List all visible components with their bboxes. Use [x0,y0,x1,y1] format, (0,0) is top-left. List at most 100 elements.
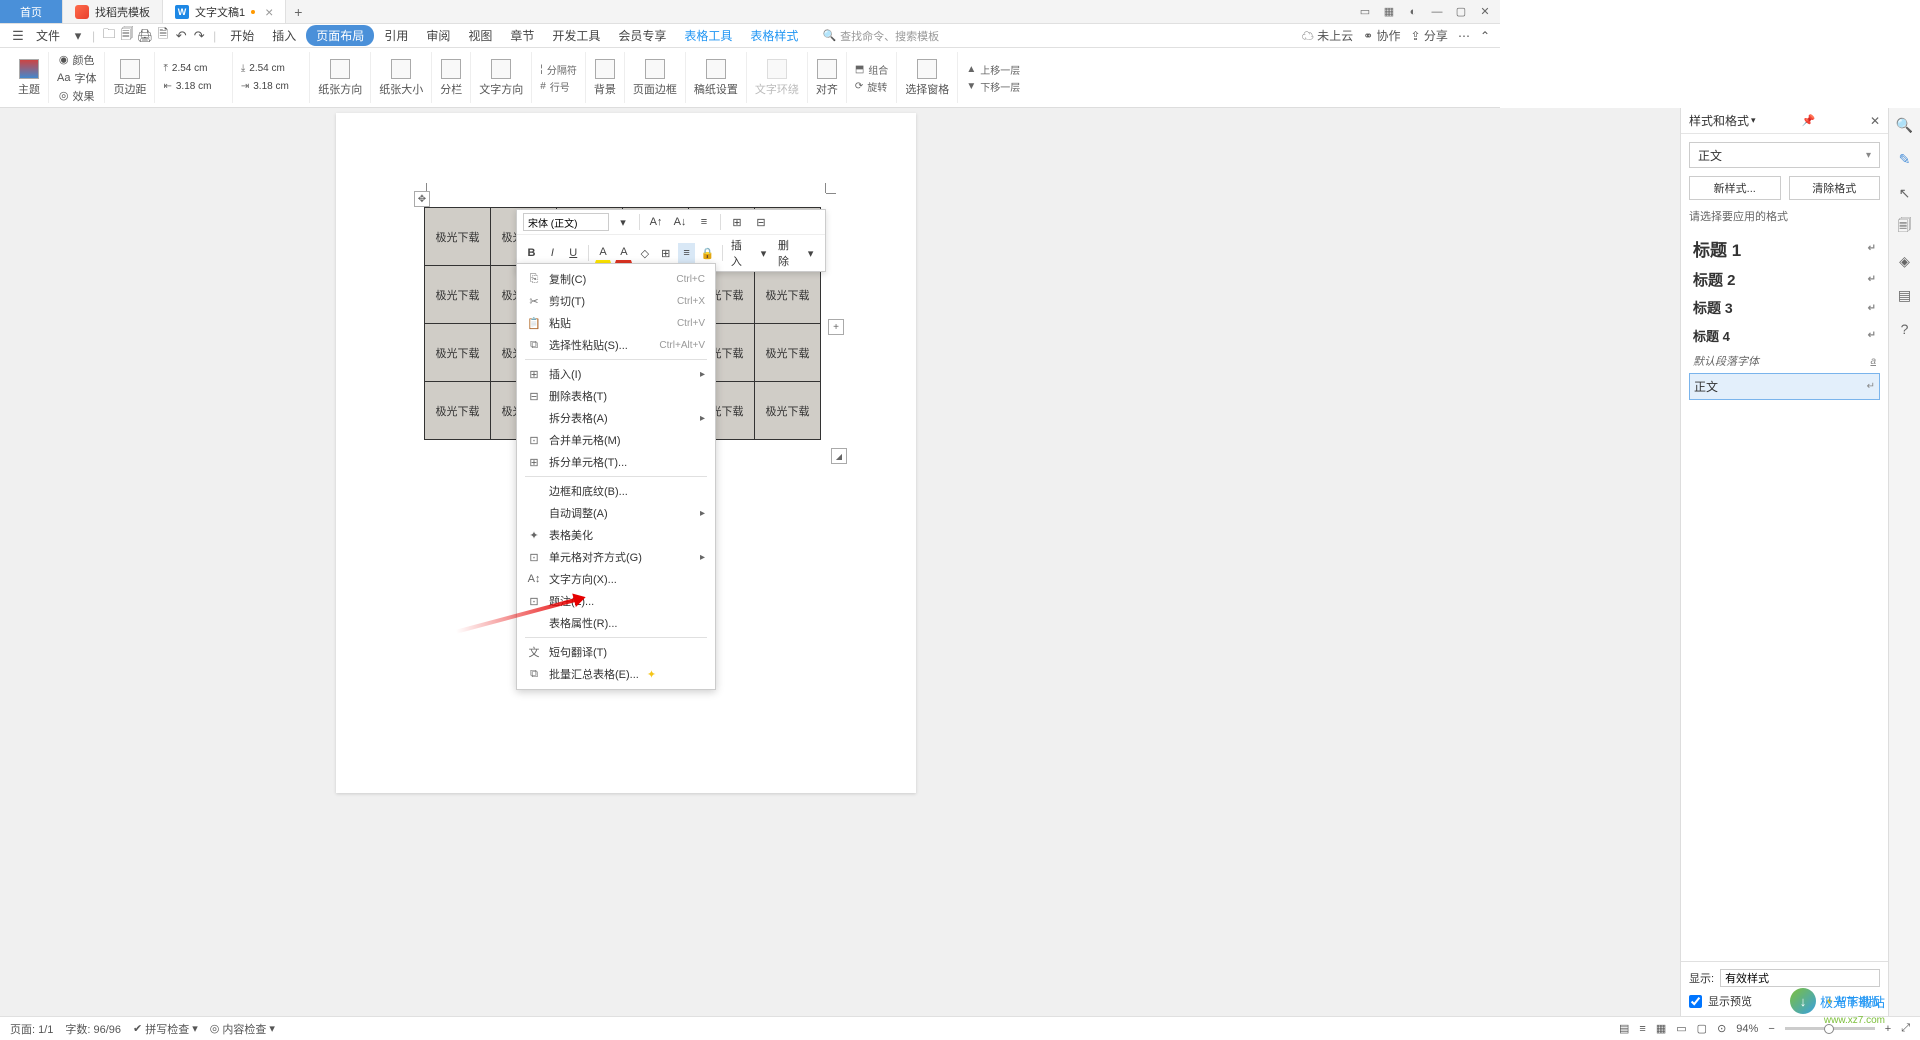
app-menu-icon[interactable]: ☰ [10,28,26,44]
color-icon[interactable]: ◉ [59,53,69,66]
ctx-paste[interactable]: 📋粘贴Ctrl+V [517,312,715,334]
menu-review[interactable]: 审阅 [418,24,458,47]
zoom-out-icon[interactable]: − [1768,1023,1774,1035]
italic-icon[interactable]: I [544,243,561,263]
undo-icon[interactable]: ↶ [173,28,189,44]
indent-left-input[interactable] [176,79,224,95]
ribbon-margin[interactable]: 页边距 [105,52,155,103]
more-icon[interactable]: ⋯ [1458,29,1470,43]
panel-close-icon[interactable]: ✕ [1870,114,1880,128]
zoom-in-icon[interactable]: + [1885,1023,1891,1035]
ribbon-text-direction[interactable]: 文字方向 [471,52,532,103]
menu-start[interactable]: 开始 [222,24,262,47]
ctx-split-cell[interactable]: ⊞拆分单元格(T)... [517,451,715,473]
style-heading1[interactable]: 标题 1↵ [1689,232,1880,265]
font-icon[interactable]: Aa [57,72,70,84]
side-search-icon[interactable]: 🔍 [1896,116,1914,134]
ribbon-theme[interactable]: 主题 [10,52,49,103]
ribbon-columns[interactable]: 分栏 [432,52,471,103]
table-cell[interactable]: 极光下载 [755,324,821,382]
cloud-status[interactable]: ☁ 未上云 [1302,27,1353,44]
linenum-icon[interactable]: # [540,81,546,92]
fullscreen-icon[interactable]: ⤢ [1901,1022,1910,1035]
delete-menu-caret[interactable]: ▾ [802,243,819,263]
collapse-ribbon-icon[interactable]: ⌃ [1480,29,1490,43]
group-icon[interactable]: ⬒ [855,64,864,75]
menu-file[interactable]: 文件 [28,24,68,47]
menu-reference[interactable]: 引用 [376,24,416,47]
rotate-icon[interactable]: ⟳ [855,81,863,92]
ctx-text-direction[interactable]: A↕文字方向(X)... [517,568,715,590]
indent-bottom-input[interactable] [249,61,297,77]
tab-home[interactable]: 首页 [0,0,63,23]
status-chars[interactable]: 字数: 96/96 [65,1021,121,1037]
ctx-batch-collect[interactable]: ⧉批量汇总表格(E)...✦ [517,663,715,685]
insert-icon[interactable]: ⊞ [727,212,747,232]
indent-top-input[interactable] [172,61,220,77]
style-heading2[interactable]: 标题 2↵ [1689,265,1880,294]
delete-table-icon[interactable]: ⊟ [751,212,771,232]
ribbon-align[interactable]: 对齐 [808,52,847,103]
insert-menu[interactable]: 插入 [729,237,751,269]
ctx-split-table[interactable]: 拆分表格(A)▸ [517,407,715,429]
ctx-copy[interactable]: ⎘复制(C)Ctrl+C [517,268,715,290]
bring-forward-icon[interactable]: ▲ [966,64,976,75]
redo-icon[interactable]: ↷ [191,28,207,44]
table-cell[interactable]: 极光下载 [755,382,821,440]
delete-menu[interactable]: 删除 [776,237,798,269]
ctx-translate[interactable]: 文短句翻译(T) [517,641,715,663]
table-cell[interactable]: 极光下载 [425,208,491,266]
table-cell[interactable]: 极光下载 [425,382,491,440]
ctx-delete-table[interactable]: ⊟删除表格(T) [517,385,715,407]
resize-handle[interactable]: ◢ [831,448,847,464]
status-spellcheck[interactable]: ✔拼写检查▾ [133,1021,198,1037]
show-filter-select[interactable] [1720,969,1880,987]
view-mode-5[interactable]: ▢ [1697,1022,1707,1035]
close-icon[interactable]: × [265,4,273,20]
share-button[interactable]: ⇪ 分享 [1411,27,1448,44]
ribbon-size[interactable]: 纸张大小 [371,52,432,103]
font-color-icon[interactable]: A [615,243,632,263]
menu-page-layout[interactable]: 页面布局 [306,25,374,46]
window-close-icon[interactable]: ✕ [1478,5,1492,19]
new-style-button[interactable]: 新样式... [1689,176,1781,200]
table-cell[interactable]: 极光下载 [425,266,491,324]
ctx-insert[interactable]: ⊞插入(I)▸ [517,363,715,385]
lock-icon[interactable]: 🔒 [699,243,716,263]
current-style-selector[interactable]: 正文▾ [1689,142,1880,168]
skin-icon[interactable]: ◐ [1406,5,1420,19]
ctx-autofit[interactable]: 自动调整(A)▸ [517,502,715,524]
save-icon[interactable]: 🗀 [101,28,117,44]
tab-template[interactable]: 找稻壳模板 [63,0,163,23]
effect-icon[interactable]: ◎ [59,89,69,102]
ribbon-page-border[interactable]: 页面边框 [625,52,686,103]
maximize-icon[interactable]: ▢ [1454,5,1468,19]
side-nav-icon[interactable]: ▤ [1896,286,1914,304]
ribbon-wrap[interactable]: 文字环绕 [747,52,808,103]
side-clipboard-icon[interactable]: 🗐 [1896,218,1914,236]
indent-right-input[interactable] [253,79,301,95]
font-selector[interactable] [523,213,609,231]
increase-font-icon[interactable]: A↑ [646,212,666,232]
border-icon[interactable]: ⊞ [657,243,674,263]
view-mode-1[interactable]: ▤ [1619,1022,1629,1035]
ctx-border-shading[interactable]: 边框和底纹(B)... [517,480,715,502]
send-backward-icon[interactable]: ▼ [966,81,976,92]
menu-table-tools[interactable]: 表格工具 [676,24,740,47]
tab-add[interactable]: + [286,0,310,23]
layout-icon[interactable]: ▭ [1358,5,1372,19]
show-preview-checkbox[interactable] [1689,995,1702,1008]
line-spacing-icon[interactable]: ≡ [694,212,714,232]
table-move-handle[interactable]: ✥ [414,191,430,207]
font-size-selector[interactable]: ▾ [613,212,633,232]
decrease-font-icon[interactable]: A↓ [670,212,690,232]
table-cell[interactable]: 极光下载 [425,324,491,382]
chevron-down-icon[interactable]: ▾ [70,28,86,44]
style-heading3[interactable]: 标题 3↵ [1689,294,1880,322]
side-shape-icon[interactable]: ◈ [1896,252,1914,270]
view-mode-3[interactable]: ▦ [1656,1022,1666,1035]
print-preview-icon[interactable]: 🗎 [155,28,171,44]
ctx-merge-cell[interactable]: ⊡合并单元格(M) [517,429,715,451]
grid-icon[interactable]: ▦ [1382,5,1396,19]
side-styles-icon[interactable]: ✎ [1896,150,1914,168]
